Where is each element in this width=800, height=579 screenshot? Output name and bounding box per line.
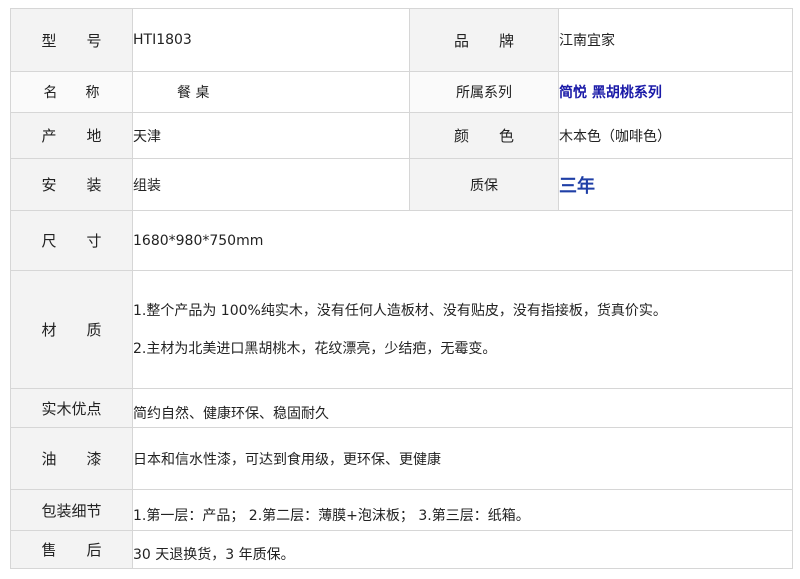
paint-value: 日本和信水性漆，可达到食用级，更环保、更健康 (132, 427, 793, 490)
table-row: 包装细节 1.第一层：产品； 2.第二层：薄膜+泡沫板； 3.第三层：纸箱。 (10, 489, 793, 531)
brand-label: 品 牌 (409, 8, 559, 72)
table-row: 安 装 组装 质保 三年 (10, 158, 793, 211)
table-row: 材 质 1.整个产品为 100%纯实木，没有任何人造板材、没有贴皮，没有指接板，… (10, 270, 793, 389)
warranty-label: 质保 (409, 158, 559, 211)
advantage-value: 简约自然、健康环保、稳固耐久 (132, 388, 793, 428)
warranty-cell: 三年 (558, 158, 793, 211)
install-value: 组装 (132, 158, 410, 211)
size-label: 尺 寸 (10, 210, 133, 271)
model-label: 型 号 (10, 8, 133, 72)
brand-value: 江南宜家 (558, 8, 793, 72)
origin-value: 天津 (132, 112, 410, 159)
after-sale-label: 售 后 (10, 530, 133, 569)
packing-value: 1.第一层：产品； 2.第二层：薄膜+泡沫板； 3.第三层：纸箱。 (132, 489, 793, 531)
color-value: 木本色（咖啡色） (558, 112, 793, 159)
paint-label: 油 漆 (10, 427, 133, 490)
model-value: HTI1803 (132, 8, 410, 72)
table-row: 实木优点 简约自然、健康环保、稳固耐久 (10, 388, 793, 428)
name-label: 名 称 (10, 71, 133, 113)
material-value: 1.整个产品为 100%纯实木，没有任何人造板材、没有贴皮，没有指接板，货真价实… (132, 270, 793, 389)
install-label: 安 装 (10, 158, 133, 211)
table-row: 尺 寸 1680*980*750mm (10, 210, 793, 271)
material-label: 材 质 (10, 270, 133, 389)
warranty-value: 三年 (559, 175, 595, 197)
table-row: 型 号 HTI1803 品 牌 江南宜家 (10, 8, 793, 72)
color-label: 颜 色 (409, 112, 559, 159)
advantage-label: 实木优点 (10, 388, 133, 428)
series-label: 所属系列 (409, 71, 559, 113)
name-value: 餐 桌 (132, 71, 410, 113)
packing-label: 包装细节 (10, 489, 133, 531)
series-value: 简悦 黑胡桃系列 (559, 85, 662, 101)
table-row: 名 称 餐 桌 所属系列 简悦 黑胡桃系列 (10, 71, 793, 113)
after-sale-value: 30 天退换货，3 年质保。 (132, 530, 793, 569)
table-row: 售 后 30 天退换货，3 年质保。 (10, 530, 793, 569)
product-spec-table: 型 号 HTI1803 品 牌 江南宜家 名 称 餐 桌 所属系列 简悦 黑胡桃… (10, 8, 793, 569)
origin-label: 产 地 (10, 112, 133, 159)
material-line-2: 2.主材为北美进口黑胡桃木，花纹漂亮，少结疤，无霉变。 (133, 340, 497, 357)
table-row: 产 地 天津 颜 色 木本色（咖啡色） (10, 112, 793, 159)
size-value: 1680*980*750mm (132, 210, 793, 271)
table-row: 油 漆 日本和信水性漆，可达到食用级，更环保、更健康 (10, 427, 793, 490)
material-line-1: 1.整个产品为 100%纯实木，没有任何人造板材、没有贴皮，没有指接板，货真价实… (133, 302, 667, 319)
series-cell: 简悦 黑胡桃系列 (558, 71, 793, 113)
